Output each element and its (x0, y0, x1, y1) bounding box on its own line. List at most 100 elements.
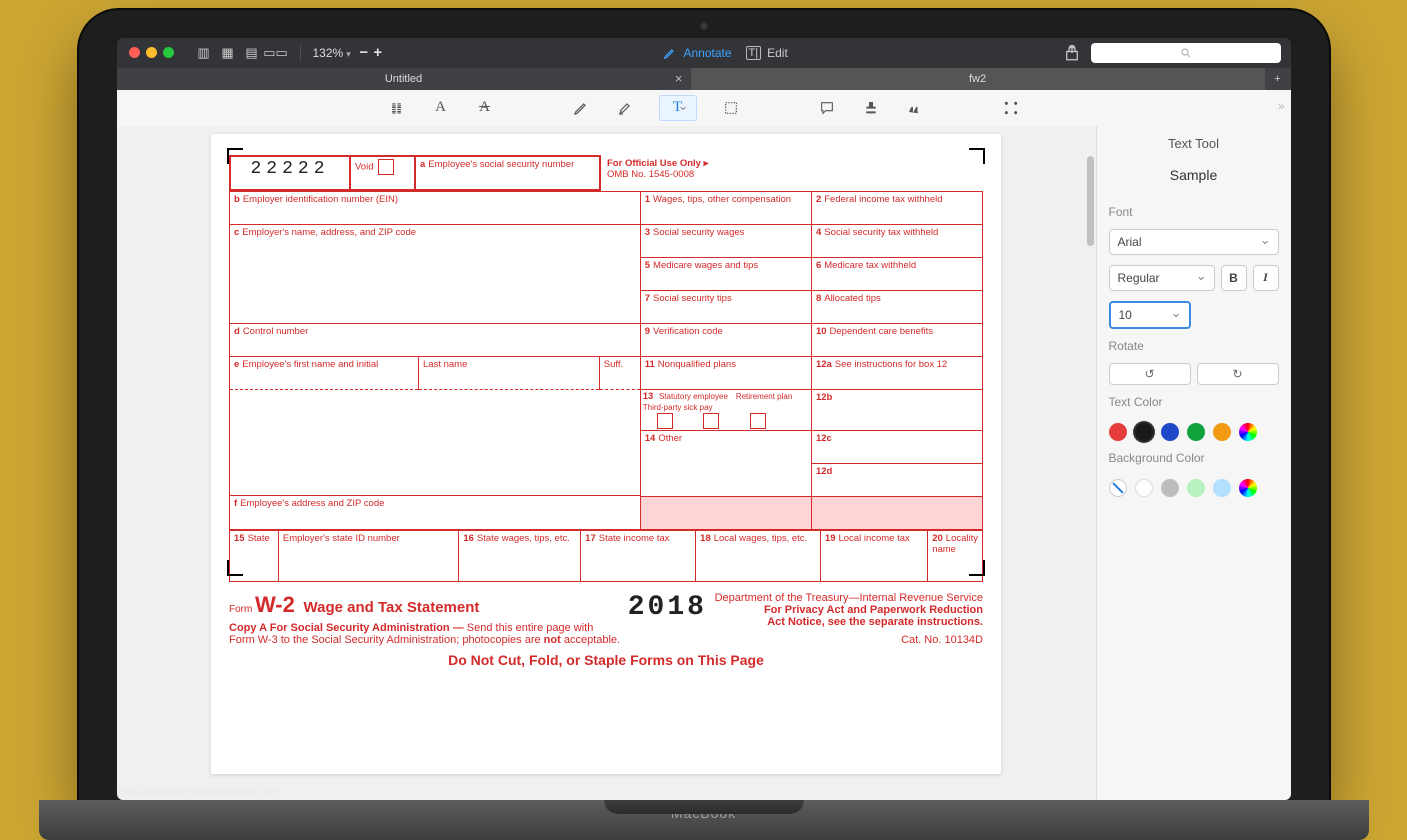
watermark: www.heritagechristiancollege.com (117, 786, 283, 798)
text-tool-icon[interactable]: T (659, 95, 697, 121)
shape-icon[interactable] (721, 98, 741, 118)
box-17-label: State income tax (599, 533, 670, 544)
void-checkbox[interactable] (378, 159, 394, 175)
layout-icon[interactable]: ▭▭ (268, 46, 284, 60)
statutory-checkbox[interactable] (657, 413, 673, 429)
close-icon[interactable]: × (675, 71, 683, 86)
canvas-viewport[interactable]: 22222 Void aEmployee's social security n… (117, 126, 1096, 800)
crop-mark (227, 148, 243, 164)
form-subtitle: Wage and Tax Statement (304, 599, 480, 616)
swatch-blue[interactable] (1161, 423, 1179, 441)
box-12c-label: 12c (816, 433, 832, 444)
swatch-red[interactable] (1109, 423, 1127, 441)
swatch-white[interactable] (1135, 479, 1153, 497)
swatch-orange[interactable] (1213, 423, 1231, 441)
view-mode-icon[interactable]: ▤ (244, 46, 260, 60)
pencil-icon[interactable] (571, 98, 591, 118)
swatch-custom-bg[interactable] (1239, 479, 1257, 497)
fullscreen-window-button[interactable] (163, 47, 174, 58)
box-10-label: Dependent care benefits (830, 326, 934, 337)
box-8-label: Allocated tips (824, 293, 881, 304)
tab-fw2[interactable]: fw2 (691, 68, 1265, 90)
font-style-icon[interactable]: ䷁ (387, 98, 407, 118)
close-window-button[interactable] (129, 47, 140, 58)
swatch-lightblue[interactable] (1213, 479, 1231, 497)
font-size-value: 10 (1119, 308, 1132, 322)
share-icon[interactable] (1063, 44, 1081, 62)
box-4-label: Social security tax withheld (824, 227, 938, 238)
rotate-cw-button[interactable]: ↻ (1197, 363, 1279, 385)
bold-button[interactable]: B (1221, 265, 1247, 291)
window-controls (117, 47, 186, 58)
thirdparty-checkbox[interactable] (750, 413, 766, 429)
swatch-custom[interactable] (1239, 423, 1257, 441)
retirement-checkbox[interactable] (703, 413, 719, 429)
font-weight-value: Regular (1118, 271, 1160, 285)
panel-collapse-icon[interactable]: » (1278, 99, 1285, 113)
copyA3: Form W-3 to the Social Security Administ… (229, 634, 541, 646)
form-year: 2018 (628, 592, 707, 623)
swatch-green[interactable] (1187, 423, 1205, 441)
box-12a-label: See instructions for box 12 (835, 359, 947, 370)
box-7-label: Social security tips (653, 293, 732, 304)
macbook-frame: ▥ ▦ ▤ ▭▭ 132% − + Annotate T| Edit (79, 10, 1329, 800)
crop-icon[interactable] (1001, 98, 1021, 118)
edit-label: Edit (767, 46, 788, 60)
zoom-out-button[interactable]: − (357, 44, 371, 61)
inspector-panel: Text Tool Sample Font Arial Regular B I … (1096, 126, 1291, 800)
minimize-window-button[interactable] (146, 47, 157, 58)
zoom-select[interactable]: 132% (307, 46, 357, 60)
tabstrip: Untitled × fw2 + (117, 68, 1291, 90)
swatch-lightgreen[interactable] (1187, 479, 1205, 497)
font-family-value: Arial (1118, 235, 1142, 249)
lastname-label: Last name (423, 359, 467, 370)
annotate-mode-button[interactable]: Annotate (663, 46, 731, 60)
box-6-label: Medicare tax withheld (824, 260, 916, 271)
box-d-label: Control number (243, 326, 308, 337)
font-size-select[interactable]: 10 (1109, 301, 1191, 329)
omb-number: OMB No. 1545-0008 (607, 169, 979, 180)
font-strike-icon[interactable]: A (475, 98, 495, 118)
highlighter-icon[interactable] (615, 98, 635, 118)
font-weight-select[interactable]: Regular (1109, 265, 1215, 291)
sample-preview: Sample (1109, 161, 1279, 195)
copyA: Copy A For Social Security Administratio… (229, 622, 464, 634)
screen: ▥ ▦ ▤ ▭▭ 132% − + Annotate T| Edit (117, 38, 1291, 800)
dept-label: Department of the Treasury—Internal Reve… (715, 592, 983, 604)
cat-no: Cat. No. 10134D (715, 634, 983, 646)
camera (699, 21, 709, 31)
textcolor-section-label: Text Color (1109, 395, 1279, 409)
document-page[interactable]: 22222 Void aEmployee's social security n… (211, 134, 1001, 774)
tab-untitled[interactable]: Untitled × (117, 68, 691, 90)
privacy1: For Privacy Act and Paperwork Reduction (764, 604, 983, 616)
rotate-ccw-button[interactable]: ↺ (1109, 363, 1191, 385)
note-icon[interactable] (817, 98, 837, 118)
sidebar-toggle-icon[interactable]: ▥ (196, 46, 212, 60)
form-word: Form (229, 604, 252, 615)
stamp-icon[interactable] (861, 98, 881, 118)
box-a-label: Employee's social security number (428, 159, 574, 170)
thumbnails-icon[interactable]: ▦ (220, 46, 236, 60)
signature-icon[interactable] (905, 98, 925, 118)
font-bold-icon[interactable]: A (431, 98, 451, 118)
vertical-scrollbar[interactable] (1084, 126, 1096, 800)
search-input[interactable] (1091, 43, 1281, 63)
privacy2: Act Notice, see the separate instruction… (767, 616, 983, 628)
zoom-in-button[interactable]: + (371, 44, 385, 61)
new-tab-button[interactable]: + (1265, 68, 1291, 90)
crop-mark (969, 560, 985, 576)
font-family-select[interactable]: Arial (1109, 229, 1279, 255)
swatch-grey[interactable] (1161, 479, 1179, 497)
suffix-label: Suff. (604, 359, 623, 370)
copyA3-not: not (544, 634, 561, 646)
edit-mode-button[interactable]: T| Edit (746, 46, 788, 60)
box-3-label: Social security wages (653, 227, 744, 238)
retirement-label: Retirement plan (736, 392, 792, 401)
italic-button[interactable]: I (1253, 265, 1279, 291)
swatch-none[interactable] (1109, 479, 1127, 497)
titlebar: ▥ ▦ ▤ ▭▭ 132% − + Annotate T| Edit (117, 38, 1291, 68)
scroll-thumb[interactable] (1087, 156, 1094, 246)
official-use-label: For Official Use Only ▸ (607, 158, 708, 169)
swatch-black[interactable] (1135, 423, 1153, 441)
box-e-label: Employee's first name and initial (242, 359, 378, 370)
